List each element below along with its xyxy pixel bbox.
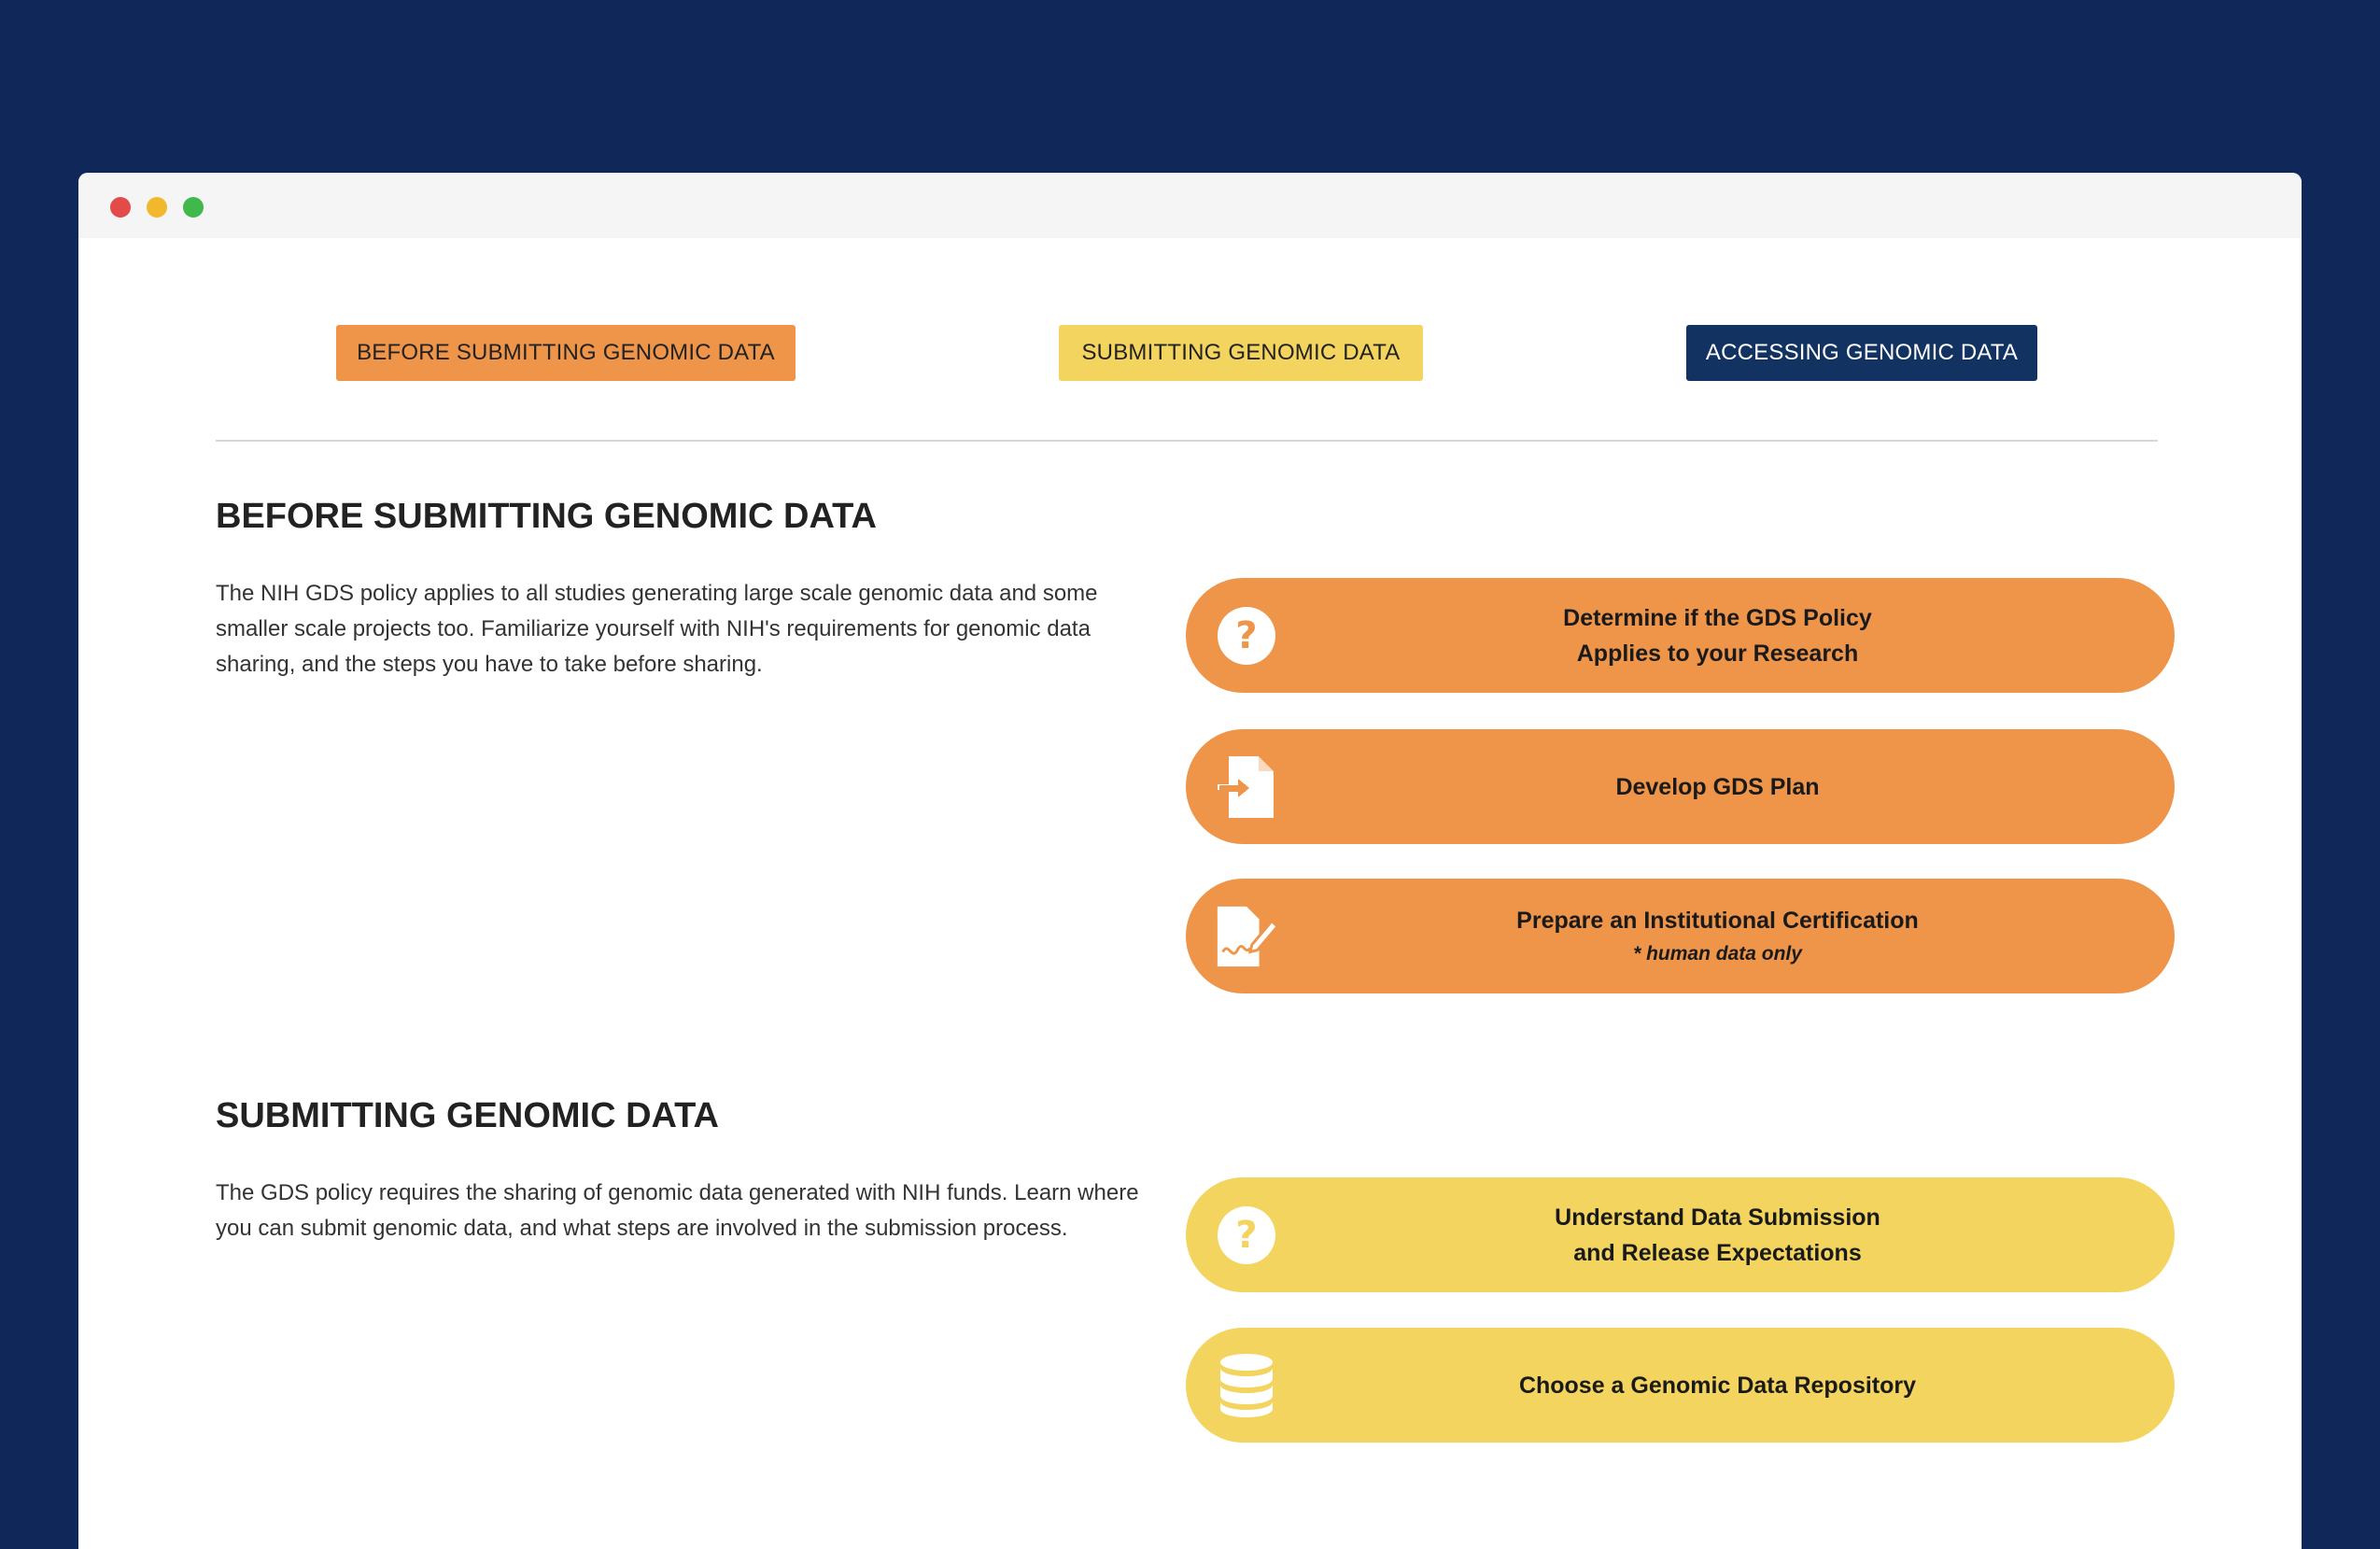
window-titlebar — [78, 173, 2302, 238]
document-signature-icon — [1214, 904, 1279, 969]
maximize-window-button[interactable] — [183, 197, 204, 218]
human-data-note: * human data only — [1633, 942, 1802, 965]
section-description-submitting: The GDS policy requires the sharing of g… — [216, 1180, 1139, 1241]
prepare-institutional-certification-button[interactable]: Prepare an Institutional Certification *… — [1186, 879, 2175, 993]
develop-gds-plan-button[interactable]: Develop GDS Plan — [1186, 729, 2175, 844]
divider — [216, 440, 2158, 442]
question-circle-icon: ? — [1214, 1203, 1279, 1268]
button-label-line1: Determine if the GDS Policy — [1563, 604, 1872, 631]
button-label-line2: Applies to your Research — [1576, 640, 1859, 667]
button-label: Prepare an Institutional Certification — [1516, 907, 1919, 934]
close-window-button[interactable] — [110, 197, 131, 218]
button-label-line1: Understand Data Submission — [1555, 1204, 1880, 1231]
determine-gds-policy-button[interactable]: ? Determine if the GDS Policy Applies to… — [1186, 578, 2175, 693]
button-label-line2: and Release Expectations — [1573, 1239, 1862, 1266]
choose-genomic-data-repository-button[interactable]: Choose a Genomic Data Repository — [1186, 1328, 2175, 1443]
document-import-icon — [1214, 754, 1279, 820]
svg-text:?: ? — [1235, 1214, 1257, 1257]
question-circle-icon: ? — [1214, 603, 1279, 669]
tab-accessing[interactable]: ACCESSING GENOMIC DATA — [1686, 325, 2037, 381]
svg-text:?: ? — [1235, 614, 1257, 657]
section-description-before-submitting: The NIH GDS policy applies to all studie… — [216, 581, 1098, 677]
database-icon — [1214, 1353, 1279, 1418]
minimize-window-button[interactable] — [147, 197, 167, 218]
button-label: Develop GDS Plan — [1615, 773, 1820, 800]
understand-data-submission-button[interactable]: ? Understand Data Submission and Release… — [1186, 1177, 2175, 1292]
section-heading-submitting: SUBMITTING GENOMIC DATA — [216, 1096, 719, 1135]
section-heading-before-submitting: BEFORE SUBMITTING GENOMIC DATA — [216, 497, 877, 536]
tab-submitting[interactable]: SUBMITTING GENOMIC DATA — [1059, 325, 1423, 381]
button-label: Choose a Genomic Data Repository — [1518, 1372, 1917, 1399]
browser-window: BEFORE SUBMITTING GENOMIC DATA SUBMITTIN… — [78, 173, 2302, 1549]
tab-before-submitting[interactable]: BEFORE SUBMITTING GENOMIC DATA — [336, 325, 796, 381]
